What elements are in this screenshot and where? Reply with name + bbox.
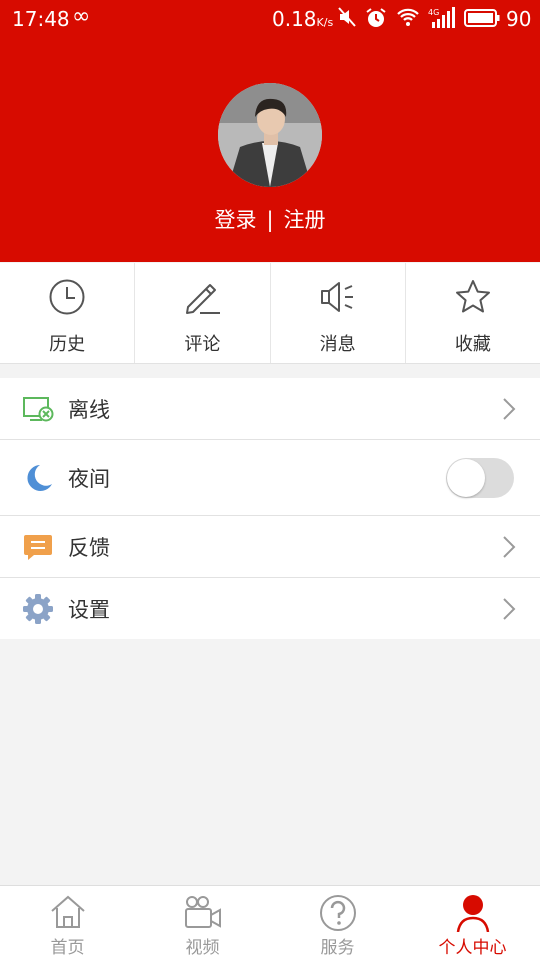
network-speed: 0.18K/s	[272, 7, 333, 31]
chevron-right-icon	[503, 535, 516, 558]
battery-level: 90	[506, 7, 532, 31]
chevron-right-icon	[503, 397, 516, 420]
tab-video[interactable]: 视频	[135, 886, 270, 961]
login-link[interactable]: 登录	[214, 208, 256, 232]
tab-label: 视频	[185, 938, 220, 958]
speaker-icon	[320, 282, 353, 312]
quick-action-history[interactable]: 历史	[0, 263, 136, 363]
menu-label: 反馈	[68, 535, 110, 560]
quick-action-label: 评论	[184, 334, 221, 355]
clock-icon	[49, 279, 85, 315]
chevron-right-icon	[503, 597, 516, 620]
tab-home[interactable]: 首页	[0, 886, 135, 961]
menu-row-feedback[interactable]: 反馈	[0, 516, 540, 578]
moon-icon	[27, 464, 52, 491]
offline-screen-icon	[23, 396, 54, 421]
video-camera-icon	[184, 896, 221, 928]
quick-action-comments[interactable]: 评论	[135, 263, 271, 363]
infinity-icon: ∞	[72, 4, 91, 29]
quick-action-favorites[interactable]: 收藏	[406, 263, 540, 363]
quick-action-messages[interactable]: 消息	[271, 263, 406, 363]
tab-services[interactable]: 服务	[270, 886, 405, 961]
user-icon	[456, 895, 489, 932]
menu-label: 离线	[68, 397, 110, 422]
menu-label: 设置	[68, 597, 110, 622]
toggle-knob	[447, 458, 485, 497]
star-icon	[455, 280, 490, 313]
home-icon	[50, 895, 85, 928]
night-mode-toggle[interactable]	[446, 457, 514, 498]
pen-icon	[186, 284, 221, 314]
avatar[interactable]	[218, 83, 322, 187]
bottom-tab-bar: 首页 视频 服务 个人中心	[0, 885, 540, 961]
signal-4g-icon: 4G	[428, 7, 455, 28]
avatar-photo	[218, 83, 322, 187]
menu-row-night-mode: 夜间	[0, 440, 540, 516]
quick-actions: 历史 评论 消息 收藏	[0, 263, 540, 364]
help-circle-icon	[319, 895, 356, 931]
register-link[interactable]: 注册	[284, 208, 326, 232]
login-separator: |	[266, 208, 274, 232]
speed-unit: K/s	[316, 16, 334, 29]
gear-icon	[23, 593, 53, 624]
feedback-icon	[24, 534, 52, 560]
status-time: 17:48	[12, 7, 70, 31]
speed-value: 0.18	[272, 7, 317, 31]
battery-icon	[464, 9, 500, 27]
quick-action-label: 收藏	[454, 334, 491, 355]
svg-text:4G: 4G	[428, 8, 439, 17]
settings-menu: 离线 夜间 反馈 设置	[0, 378, 540, 639]
mute-icon	[338, 7, 356, 27]
tab-label: 首页	[50, 938, 85, 958]
alarm-icon	[366, 8, 386, 27]
menu-label: 夜间	[68, 466, 110, 491]
menu-row-offline[interactable]: 离线	[0, 378, 540, 440]
quick-action-label: 消息	[319, 334, 356, 355]
login-register: 登录 | 注册	[0, 204, 540, 234]
profile-header: 17:48 ∞ 0.18K/s 4G 90 登录 | 注册	[0, 0, 540, 262]
wifi-icon	[397, 8, 419, 26]
status-bar: 17:48 ∞ 0.18K/s 4G 90	[0, 0, 540, 38]
tab-profile[interactable]: 个人中心	[405, 886, 540, 961]
tab-label: 服务	[320, 938, 355, 958]
tab-label: 个人中心	[438, 938, 507, 958]
menu-row-settings[interactable]: 设置	[0, 578, 540, 639]
quick-action-label: 历史	[49, 334, 86, 355]
